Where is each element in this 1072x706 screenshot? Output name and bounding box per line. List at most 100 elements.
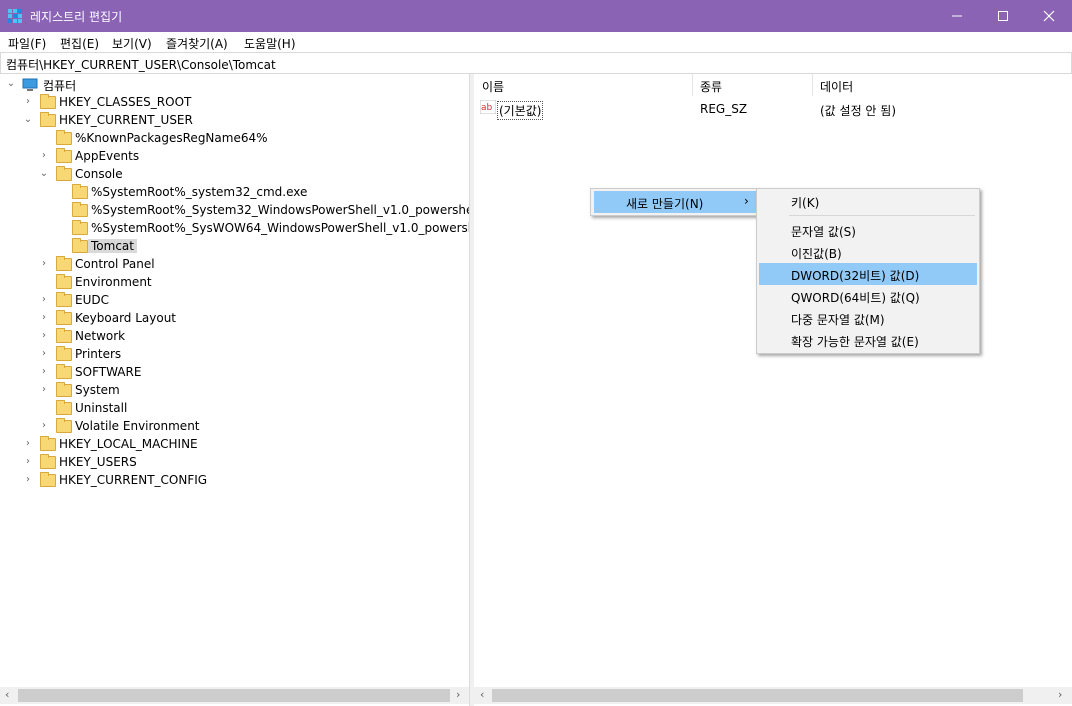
tree-item-label: Network <box>75 329 126 343</box>
folder-icon <box>56 346 72 361</box>
tree-item-cmd[interactable]: %SystemRoot%_system32_cmd.exe <box>0 184 469 202</box>
tree-item-hkey-classes-root[interactable]: › HKEY_CLASSES_ROOT <box>0 94 460 112</box>
scrollbar-thumb[interactable] <box>18 689 450 702</box>
folder-icon <box>56 148 72 163</box>
list-horizontal-scrollbar[interactable]: ‹ › <box>474 687 1072 704</box>
column-header-data[interactable]: 데이터 <box>820 78 853 95</box>
tree-item-volatile-environment[interactable]: › Volatile Environment <box>0 418 460 436</box>
tree-item-network[interactable]: › Network <box>0 328 460 346</box>
tree-item-computer[interactable]: ⌄ 컴퓨터 <box>0 76 460 94</box>
tree-item-uninstall[interactable]: Uninstall <box>0 400 460 418</box>
chevron-right-icon: › <box>744 194 749 208</box>
folder-icon <box>56 130 72 145</box>
tree-item-appevents[interactable]: › AppEvents <box>0 148 460 166</box>
minimize-button[interactable] <box>934 0 980 32</box>
tree-item-hkey-users[interactable]: › HKEY_USERS <box>0 454 460 472</box>
maximize-button[interactable] <box>980 0 1026 32</box>
column-divider[interactable] <box>692 74 693 96</box>
menu-favorites[interactable]: 즐겨찾기(A) <box>166 35 228 52</box>
key-tree-pane[interactable]: ⌄ 컴퓨터 › HKEY_CLASSES_ROOT ⌄ HKEY_CURRENT… <box>0 74 470 706</box>
chevron-down-icon[interactable]: ⌄ <box>39 168 49 180</box>
tree-item-label: HKEY_CURRENT_CONFIG <box>59 473 208 487</box>
chevron-right-icon[interactable]: › <box>39 330 49 342</box>
tree-item-environment[interactable]: Environment <box>0 274 460 292</box>
tree-item-eudc[interactable]: › EUDC <box>0 292 460 310</box>
chevron-right-icon[interactable]: › <box>23 456 33 468</box>
chevron-right-icon[interactable]: › <box>23 96 33 108</box>
value-type: REG_SZ <box>700 102 748 116</box>
menu-item-string-value[interactable]: 문자열 값(S) <box>759 219 977 241</box>
menu-item-dword-value[interactable]: DWORD(32비트) 값(D) <box>759 263 977 285</box>
chevron-right-icon[interactable]: › <box>39 294 49 306</box>
menu-item-new[interactable]: 새로 만들기(N) › <box>594 191 756 213</box>
column-header-type[interactable]: 종류 <box>700 78 722 95</box>
chevron-right-icon[interactable]: › <box>39 150 49 162</box>
scroll-right-icon[interactable]: › <box>1058 688 1062 701</box>
menu-help[interactable]: 도움말(H) <box>244 35 296 52</box>
chevron-right-icon[interactable]: › <box>23 474 33 486</box>
chevron-right-icon[interactable]: › <box>39 258 49 270</box>
folder-open-icon <box>56 166 72 181</box>
menu-item-label: 이진값(B) <box>791 247 842 261</box>
chevron-down-icon[interactable]: ⌄ <box>23 114 33 126</box>
tree-item-label: %SystemRoot%_System32_WindowsPowerShell_… <box>91 203 470 217</box>
menu-item-label: 키(K) <box>791 196 820 210</box>
menu-edit[interactable]: 편집(E) <box>60 35 99 52</box>
tree-item-hkey-current-config[interactable]: › HKEY_CURRENT_CONFIG <box>0 472 460 490</box>
tree-item-printers[interactable]: › Printers <box>0 346 460 364</box>
new-submenu: 키(K) 문자열 값(S) 이진값(B) DWORD(32비트) 값(D) QW… <box>756 188 980 354</box>
minimize-icon <box>952 15 962 17</box>
value-row[interactable]: ab (기본값) REG_SZ (값 설정 안 됨) <box>474 98 1072 120</box>
menu-view[interactable]: 보기(V) <box>112 35 152 52</box>
folder-open-icon <box>40 112 56 127</box>
chevron-right-icon[interactable]: › <box>23 438 33 450</box>
chevron-right-icon[interactable]: › <box>39 348 49 360</box>
chevron-right-icon[interactable]: › <box>39 312 49 324</box>
tree-item-software[interactable]: › SOFTWARE <box>0 364 460 382</box>
folder-icon <box>40 472 56 487</box>
scroll-right-icon[interactable]: › <box>456 688 460 701</box>
context-menu: 새로 만들기(N) › <box>590 188 760 216</box>
tree-item-keyboard-layout[interactable]: › Keyboard Layout <box>0 310 460 328</box>
address-path[interactable]: 컴퓨터\HKEY_CURRENT_USER\Console\Tomcat <box>6 56 276 73</box>
folder-icon <box>72 184 88 199</box>
column-header-name[interactable]: 이름 <box>482 78 504 95</box>
tree-item-known-packages[interactable]: %KnownPackagesRegName64% <box>0 130 460 148</box>
folder-icon <box>40 94 56 109</box>
folder-icon <box>56 364 72 379</box>
folder-icon <box>72 220 88 235</box>
chevron-right-icon[interactable]: › <box>39 366 49 378</box>
folder-icon <box>56 310 72 325</box>
tree-item-tomcat[interactable]: Tomcat <box>0 238 469 256</box>
tree-item-label: HKEY_LOCAL_MACHINE <box>59 437 198 451</box>
tree-item-system[interactable]: › System <box>0 382 460 400</box>
tree-item-label: Control Panel <box>75 257 155 271</box>
tree-item-powershell-system32[interactable]: %SystemRoot%_System32_WindowsPowerShell_… <box>0 202 469 220</box>
close-button[interactable] <box>1026 0 1072 32</box>
chevron-down-icon[interactable]: ⌄ <box>6 78 16 90</box>
menu-item-key[interactable]: 키(K) <box>759 190 977 212</box>
tree-item-label: Uninstall <box>75 401 128 415</box>
column-divider[interactable] <box>812 74 813 96</box>
value-list-pane[interactable]: 이름 종류 데이터 ab (기본값) REG_SZ (값 설정 안 됨) ‹ › <box>474 74 1072 706</box>
folder-icon <box>56 328 72 343</box>
chevron-right-icon[interactable]: › <box>39 384 49 396</box>
menu-item-multi-string-value[interactable]: 다중 문자열 값(M) <box>759 307 977 329</box>
scroll-left-icon[interactable]: ‹ <box>480 688 484 701</box>
tree-item-hkey-current-user[interactable]: ⌄ HKEY_CURRENT_USER <box>0 112 460 130</box>
tree-item-hkey-local-machine[interactable]: › HKEY_LOCAL_MACHINE <box>0 436 460 454</box>
address-bar[interactable]: 컴퓨터\HKEY_CURRENT_USER\Console\Tomcat <box>0 52 1072 74</box>
menu-file[interactable]: 파일(F) <box>8 35 46 52</box>
tree-item-control-panel[interactable]: › Control Panel <box>0 256 460 274</box>
scrollbar-thumb[interactable] <box>492 689 1023 702</box>
tree-item-label: Volatile Environment <box>75 419 200 433</box>
menu-item-qword-value[interactable]: QWORD(64비트) 값(Q) <box>759 285 977 307</box>
scroll-left-icon[interactable]: ‹ <box>5 688 9 701</box>
chevron-right-icon[interactable]: › <box>39 420 49 432</box>
menu-item-expandable-string-value[interactable]: 확장 가능한 문자열 값(E) <box>759 329 977 351</box>
tree-horizontal-scrollbar[interactable]: ‹ › <box>0 687 469 704</box>
tree-item-console[interactable]: ⌄ Console <box>0 166 460 184</box>
tree-item-powershell-syswow64[interactable]: %SystemRoot%_SysWOW64_WindowsPowerShell_… <box>0 220 469 238</box>
menu-item-label: 새로 만들기(N) <box>626 197 704 211</box>
menu-item-binary-value[interactable]: 이진값(B) <box>759 241 977 263</box>
